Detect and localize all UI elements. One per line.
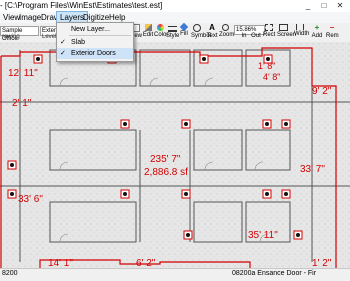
zoom-out-label: Out (251, 33, 261, 39)
dim-label: 12' 11" (8, 68, 38, 79)
style-button[interactable]: Style (166, 24, 180, 40)
dim-label: 1' 8" (258, 61, 275, 71)
dim-label: 235' 7" (150, 154, 181, 165)
palette-icon (156, 24, 164, 31)
dim-label: 14' 1" (48, 258, 73, 268)
status-item-code: 8200 (2, 270, 18, 277)
door-marker (281, 119, 291, 129)
door-marker (183, 230, 193, 240)
symbol-icon (193, 24, 201, 32)
width-button[interactable]: Width (294, 24, 310, 38)
menu-item-new-layer[interactable]: New Layer... (57, 24, 133, 35)
screen-button[interactable]: Screen (277, 24, 297, 39)
dim-label: 33' 7" (300, 164, 325, 175)
rect-zoom-icon (265, 24, 273, 31)
pencil-icon (144, 24, 152, 31)
checkmark-icon: ✓ (60, 39, 66, 46)
remove-button[interactable]: − Rem (326, 23, 339, 40)
drawing-canvas[interactable]: 12' 11" 1' 8" 4' 8" 9' 2" 2' 1" 235' 7" … (0, 42, 350, 268)
text-label: Text (206, 33, 218, 39)
color-label: Color (154, 32, 169, 38)
dim-label: 6' 2" (136, 258, 156, 268)
text-button[interactable]: A Text (206, 24, 218, 40)
door-marker (181, 189, 191, 199)
magnifier-icon (221, 24, 229, 31)
door-marker (120, 189, 130, 199)
level-label: Level (42, 34, 57, 40)
status-bar: 8200 08200a Ensance Door - Fir (0, 268, 350, 281)
drawing-label: rawing (2, 34, 20, 40)
door-marker (262, 189, 272, 199)
area-label: 2,886.8 sf (144, 167, 188, 178)
dim-label: 1' 2" (312, 258, 332, 268)
menu-item-slab[interactable]: ✓ Slab (57, 37, 133, 48)
width-label: Width (294, 31, 310, 37)
zoom-out-button[interactable]: Out (250, 32, 262, 40)
new-layer-label: New Layer... (71, 26, 110, 33)
add-button[interactable]: + Add (311, 24, 323, 40)
door-marker (262, 119, 272, 129)
exterior-doors-label: Exterior Doors (71, 50, 116, 57)
floor-plan: 12' 11" 1' 8" 4' 8" 9' 2" 2' 1" 235' 7" … (0, 42, 350, 268)
dim-label: 35' 11" (248, 230, 278, 241)
style-label: Style (166, 33, 180, 39)
color-button[interactable]: Color (154, 24, 169, 39)
rect-button[interactable]: Rect (263, 24, 275, 39)
door-marker (281, 189, 291, 199)
dim-label: 9' 2" (312, 86, 332, 97)
toolbar: Sample Office Exter rawing Level New Edi… (0, 22, 350, 43)
door-marker (7, 189, 17, 199)
zoom-button[interactable]: Zoom (219, 24, 235, 39)
zoom-in-button[interactable]: In (238, 32, 250, 40)
minimize-button[interactable]: _ (302, 1, 314, 11)
symbol-label: Symbol (191, 33, 212, 39)
menu-item-exterior-doors[interactable]: ✓ Exterior Doors (57, 48, 133, 59)
zoom-in-label: In (241, 33, 247, 39)
symbol-button[interactable]: Symbol (191, 24, 212, 40)
text-icon: A (209, 23, 215, 32)
dim-label: 4' 8" (263, 72, 280, 82)
dim-label: 2' 1" (12, 98, 32, 109)
fill-button[interactable]: Fill (178, 22, 190, 38)
edit-label: Edit (142, 32, 154, 38)
zoom-label: Zoom (219, 32, 235, 38)
menu-separator (69, 35, 131, 36)
door-marker (181, 119, 191, 129)
screen-icon (278, 24, 288, 31)
add-icon: + (314, 23, 320, 32)
edit-button[interactable]: Edit (142, 24, 154, 39)
door-marker (7, 160, 17, 170)
slab-label: Slab (71, 39, 86, 46)
door-marker (120, 119, 130, 129)
checkmark-icon: ✓ (60, 50, 66, 57)
add-label: Add (311, 33, 323, 39)
door-marker (33, 54, 43, 64)
dim-label: 33' 6" (18, 194, 43, 205)
rect-label: Rect (263, 32, 276, 38)
screen-label: Screen (277, 32, 297, 38)
door-marker (293, 230, 303, 240)
layers-dropdown: New Layer... ✓ Slab ✓ Exterior Doors (56, 22, 134, 62)
window-title: - [C:\Program Files\WinEst\Estimates\tes… (0, 1, 163, 10)
remove-label: Rem (326, 33, 339, 39)
door-marker (199, 54, 209, 64)
close-button[interactable]: ✕ (334, 1, 346, 11)
status-item-description: 08200a Ensance Door - Fir (232, 270, 317, 277)
maximize-button[interactable]: □ (318, 1, 330, 11)
remove-icon: − (329, 23, 335, 32)
